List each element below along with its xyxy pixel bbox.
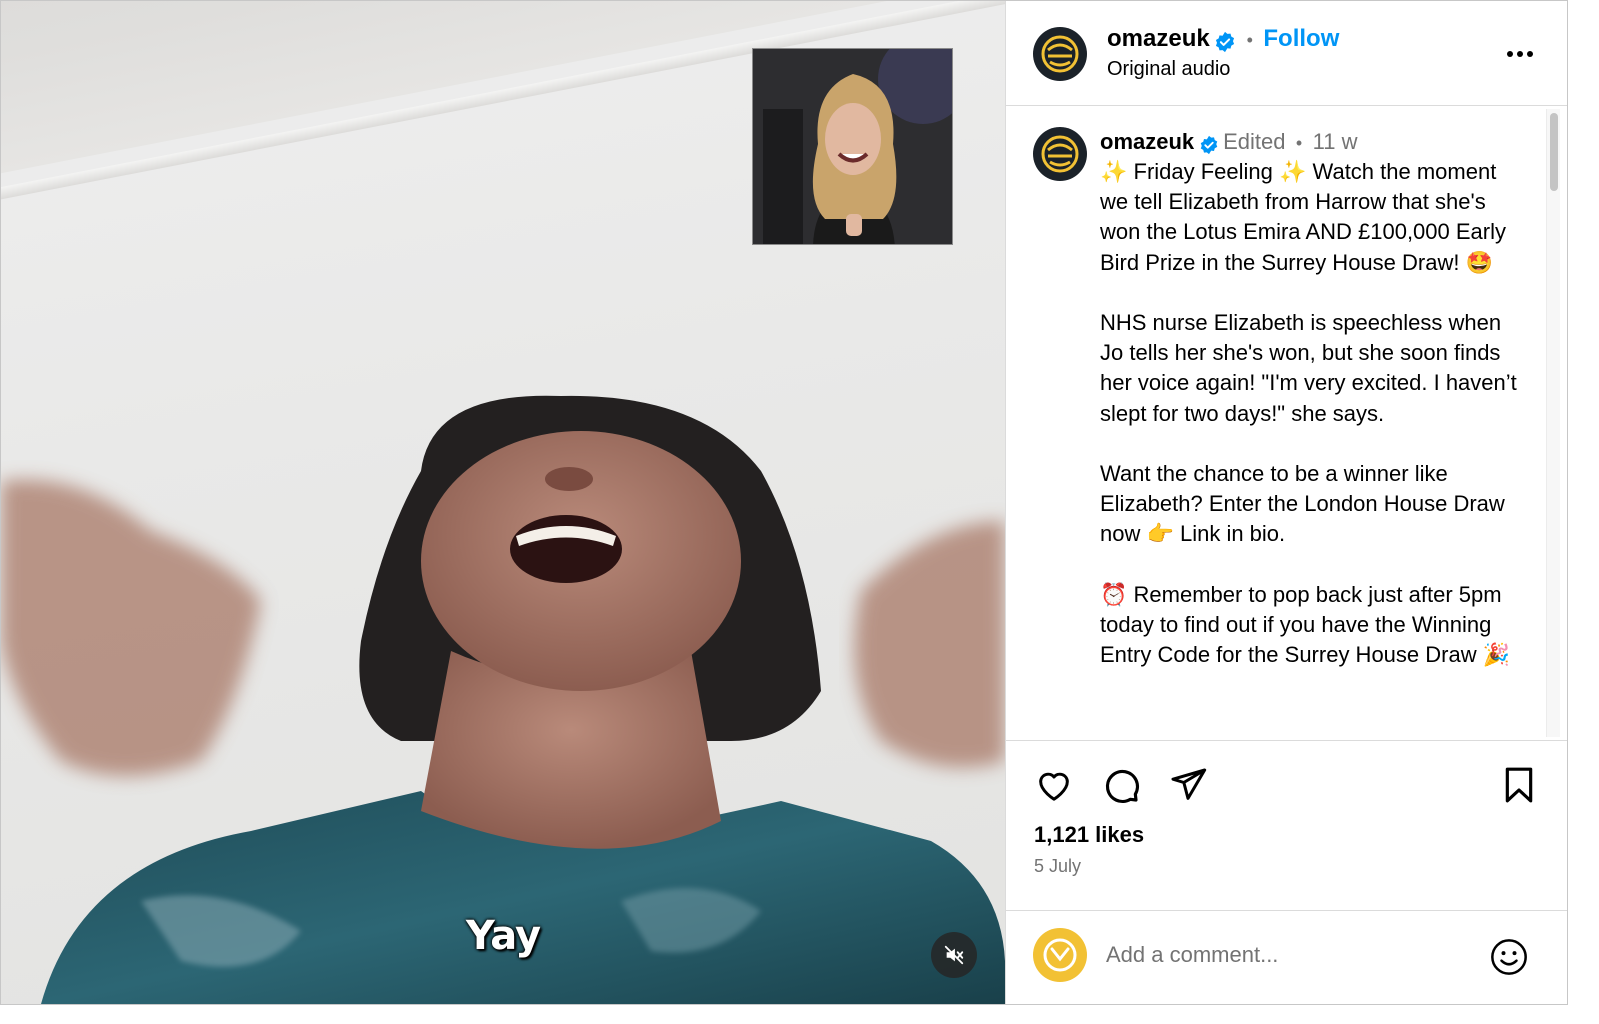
smiley-face-icon bbox=[1491, 939, 1527, 975]
post-age[interactable]: 11 w bbox=[1313, 129, 1358, 154]
more-horizontal-icon bbox=[1507, 51, 1533, 57]
scrollbar-thumb[interactable] bbox=[1550, 113, 1558, 191]
comment-button[interactable] bbox=[1100, 765, 1142, 810]
current-user-avatar[interactable] bbox=[1033, 928, 1087, 982]
account-avatar[interactable] bbox=[1033, 27, 1087, 81]
comments-scrollbar[interactable] bbox=[1546, 109, 1560, 737]
audio-label[interactable]: Original audio bbox=[1107, 58, 1230, 81]
edited-label: Edited bbox=[1223, 129, 1286, 154]
video-subtitle: Yay bbox=[465, 913, 541, 959]
save-button[interactable] bbox=[1499, 765, 1539, 810]
video-inset-presenter bbox=[752, 48, 953, 245]
add-comment-bar bbox=[1006, 910, 1567, 1004]
follow-button[interactable]: Follow bbox=[1263, 25, 1339, 52]
separator-dot: • bbox=[1295, 133, 1303, 153]
paper-plane-icon bbox=[1171, 768, 1207, 800]
post-actions: 1,121 likes 5 July bbox=[1006, 740, 1567, 910]
presenter-image bbox=[753, 49, 952, 244]
post-header: omazeuk • Follow Original audio bbox=[1006, 1, 1567, 106]
emoji-picker-button[interactable] bbox=[1489, 937, 1529, 977]
user-logo-icon bbox=[1043, 938, 1077, 972]
reel-video[interactable]: Yay bbox=[1, 1, 1005, 1004]
post-caption: ✨ Friday Feeling ✨ Watch the moment we t… bbox=[1100, 159, 1517, 668]
share-button[interactable] bbox=[1168, 765, 1208, 810]
bookmark-icon bbox=[1505, 767, 1533, 803]
verified-badge-icon bbox=[1200, 135, 1217, 154]
speaker-muted-icon bbox=[944, 945, 964, 965]
comment-bubble-icon bbox=[1105, 769, 1139, 803]
verified-badge-icon bbox=[1216, 31, 1235, 52]
more-options-button[interactable] bbox=[1505, 39, 1535, 69]
post-date[interactable]: 5 July bbox=[1034, 856, 1081, 877]
omaze-logo-icon bbox=[1041, 135, 1079, 173]
caption-author-avatar[interactable] bbox=[1033, 127, 1087, 181]
heart-icon bbox=[1039, 772, 1069, 801]
separator-dot: • bbox=[1246, 30, 1253, 50]
instagram-post-modal: Yay omazeuk • Follow Original audio omaz… bbox=[0, 0, 1568, 1005]
header-username[interactable]: omazeuk bbox=[1107, 25, 1210, 52]
caption-comments-area[interactable]: omazeuk Edited • 11 w ✨ Friday Feeling ✨… bbox=[1006, 107, 1567, 740]
like-button[interactable] bbox=[1033, 765, 1075, 810]
omaze-logo-icon bbox=[1041, 35, 1079, 73]
post-side-panel: omazeuk • Follow Original audio omazeuk … bbox=[1005, 1, 1567, 1004]
comment-input[interactable] bbox=[1106, 933, 1466, 977]
mute-button[interactable] bbox=[931, 932, 977, 978]
caption-username[interactable]: omazeuk bbox=[1100, 129, 1194, 154]
likes-count[interactable]: 1,121 likes bbox=[1034, 822, 1144, 848]
